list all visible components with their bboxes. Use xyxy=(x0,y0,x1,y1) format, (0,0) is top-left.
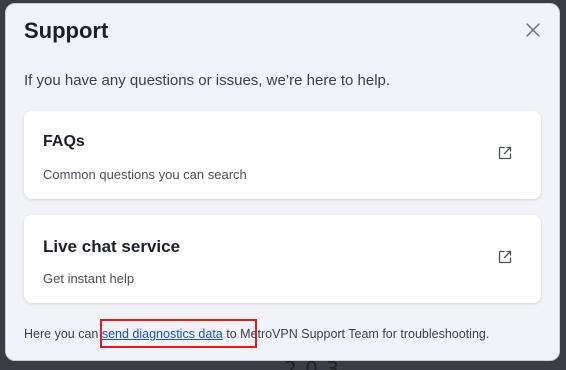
close-icon xyxy=(526,23,540,37)
footer-suffix: to MetroVPN Support Team for troubleshoo… xyxy=(222,327,490,341)
faqs-card[interactable]: FAQs Common questions you can search xyxy=(24,111,541,199)
faqs-description: Common questions you can search xyxy=(43,167,247,182)
send-diagnostics-link[interactable]: send diagnostics data xyxy=(102,327,223,341)
dialog-subtitle: If you have any questions or issues, we’… xyxy=(24,72,391,89)
dialog-title: Support xyxy=(24,18,109,43)
external-link-icon xyxy=(498,250,512,264)
close-button[interactable] xyxy=(523,20,543,40)
live-chat-title: Live chat service xyxy=(43,237,181,256)
support-dialog: Support If you have any questions or iss… xyxy=(5,3,560,361)
external-link-icon xyxy=(498,146,512,160)
live-chat-description: Get instant help xyxy=(43,271,135,286)
footer-text: Here you can send diagnostics data to Me… xyxy=(24,327,489,341)
footer-prefix: Here you can xyxy=(24,327,102,341)
faqs-title: FAQs xyxy=(43,133,85,150)
live-chat-card[interactable]: Live chat service Get instant help xyxy=(24,215,541,303)
